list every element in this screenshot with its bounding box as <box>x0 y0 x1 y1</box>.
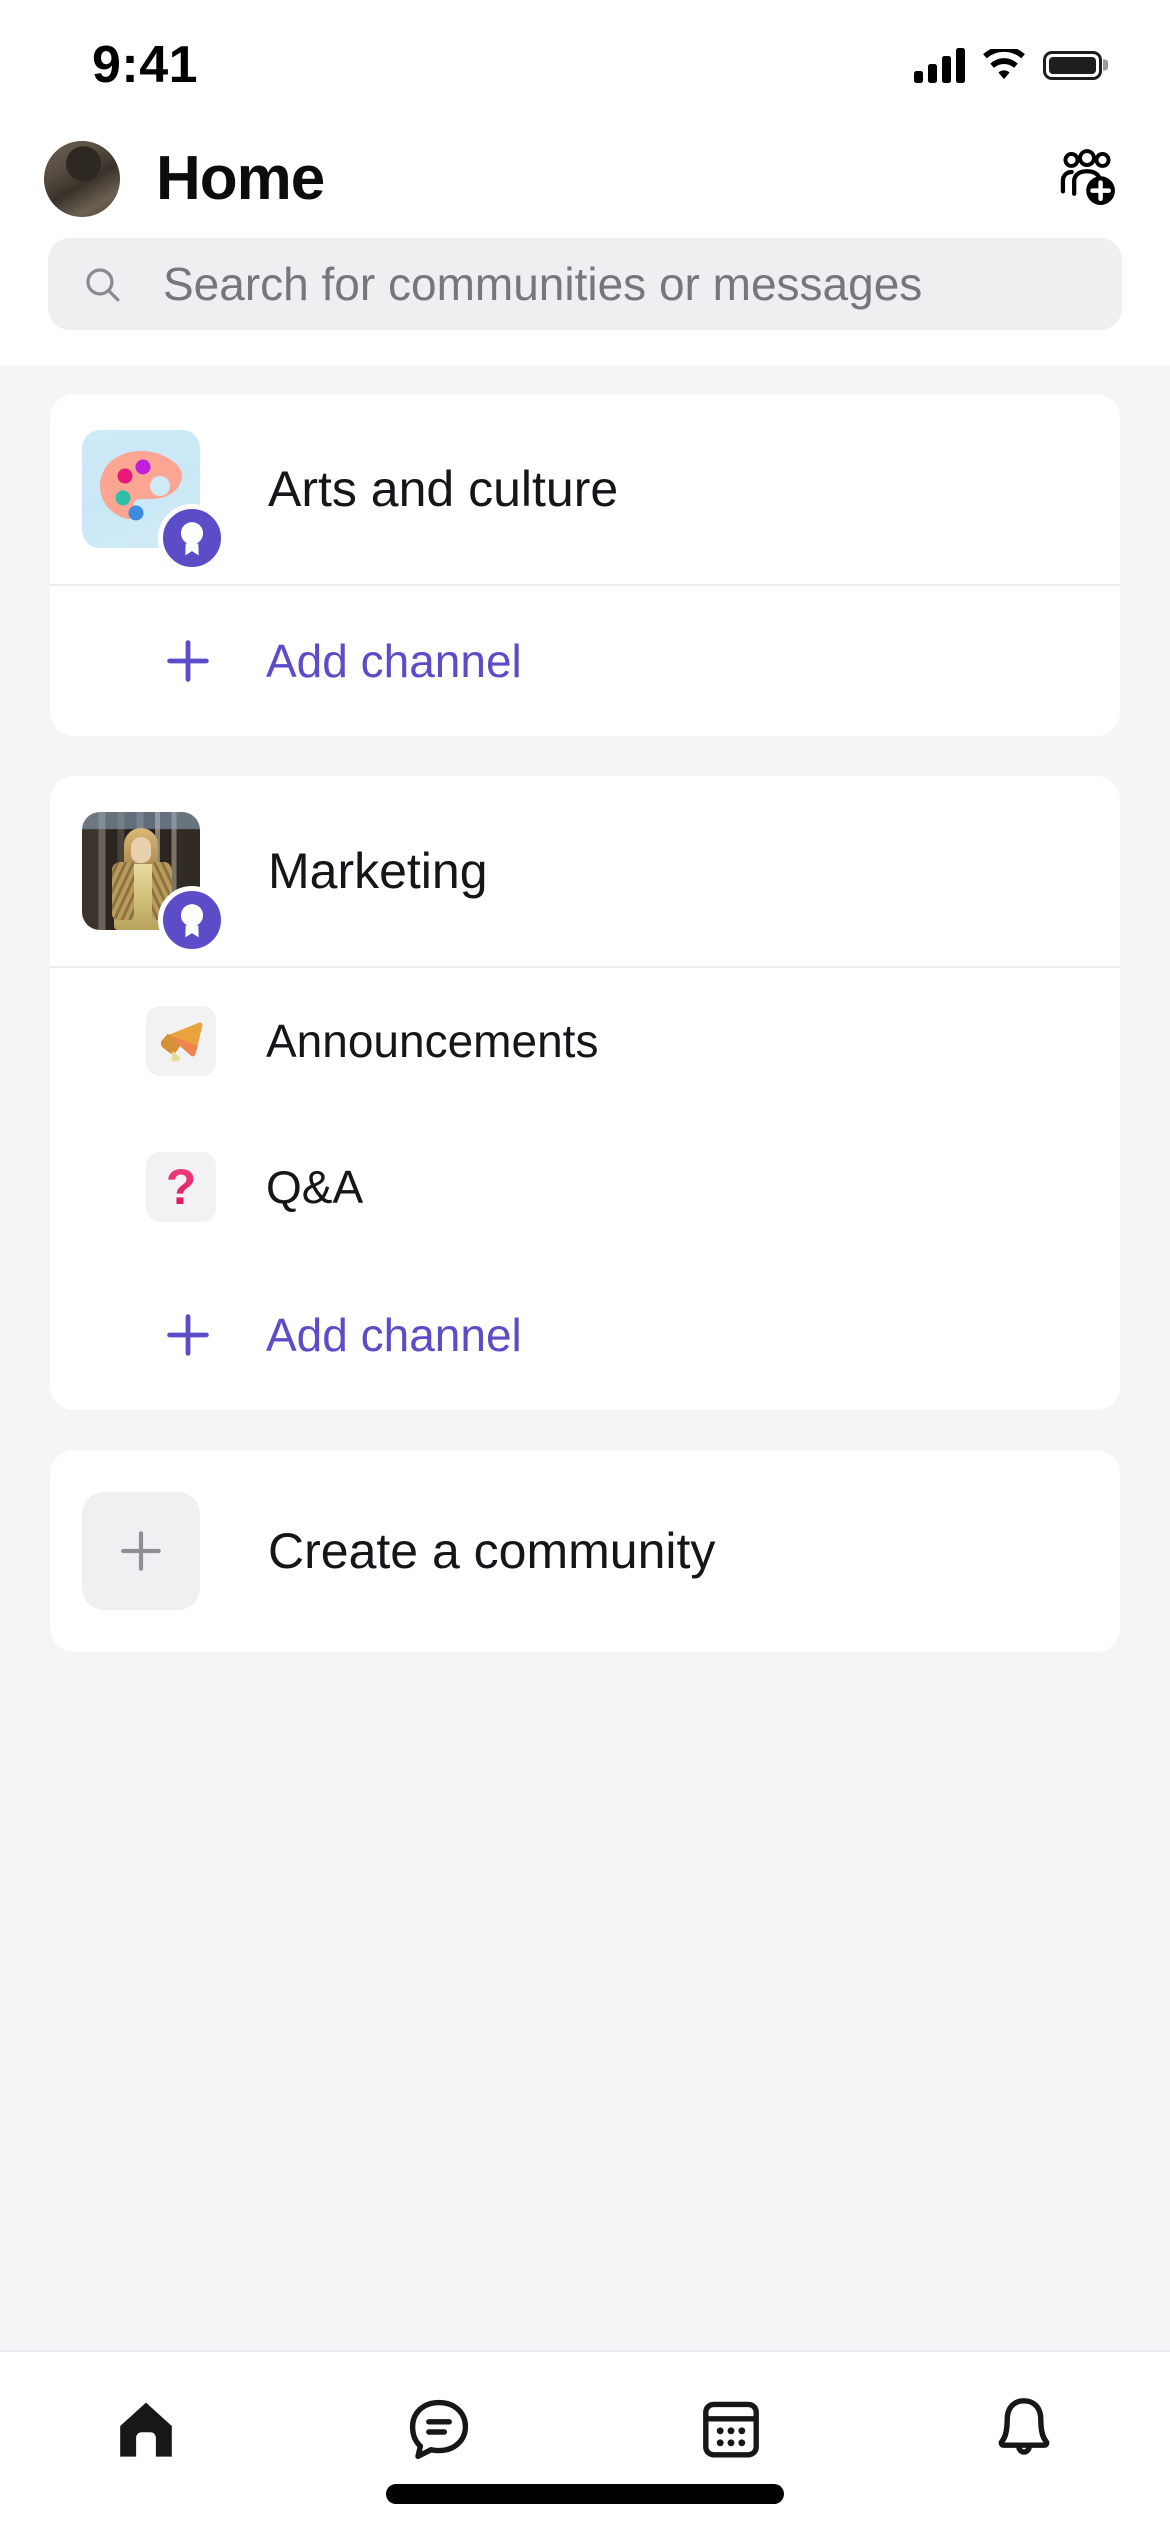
question-mark-icon: ? <box>146 1152 216 1222</box>
community-avatar-wrap <box>82 430 226 572</box>
award-badge-icon <box>158 504 226 572</box>
community-avatar-wrap <box>82 812 226 954</box>
status-indicators <box>914 47 1102 83</box>
photo-jacket-left <box>112 862 134 920</box>
community-name: Marketing <box>268 843 488 899</box>
tab-activity[interactable] <box>878 2386 1170 2472</box>
search-bar[interactable]: Search for communities or messages <box>48 238 1122 330</box>
search-input[interactable]: Search for communities or messages <box>163 261 922 307</box>
search-container: Search for communities or messages <box>0 238 1170 366</box>
create-community-label: Create a community <box>268 1523 716 1579</box>
add-channel-arts[interactable]: Add channel <box>50 586 1120 736</box>
home-icon <box>120 2402 173 2457</box>
community-header-arts[interactable]: Arts and culture <box>50 394 1120 584</box>
award-badge-icon <box>158 886 226 954</box>
add-people-icon[interactable] <box>1054 149 1120 209</box>
photo-face <box>131 837 151 863</box>
battery-full-icon <box>1043 50 1102 80</box>
chat-bubble-icon <box>409 2399 468 2459</box>
create-community-tile <box>82 1492 200 1610</box>
channel-announcements[interactable]: Announcements <box>50 968 1120 1114</box>
create-community-row[interactable]: Create a community <box>50 1450 1120 1652</box>
add-channel-label: Add channel <box>266 635 522 687</box>
status-bar: 9:41 <box>0 0 1170 120</box>
create-community-card[interactable]: Create a community <box>50 1450 1120 1652</box>
community-card: Arts and culture Add channel <box>50 394 1120 736</box>
community-header-marketing[interactable]: Marketing <box>50 776 1120 966</box>
add-channel-label: Add channel <box>266 1309 522 1361</box>
plus-icon <box>167 640 209 682</box>
search-icon <box>86 267 120 301</box>
channel-name: Q&A <box>266 1161 364 1213</box>
channel-qa[interactable]: ? Q&A <box>50 1114 1120 1260</box>
community-list: Arts and culture Add channel Marketing A… <box>0 366 1170 2350</box>
tab-chat[interactable] <box>293 2386 586 2472</box>
add-channel-marketing[interactable]: Add channel <box>50 1260 1120 1410</box>
avatar[interactable] <box>44 141 120 217</box>
calendar-icon <box>703 2401 760 2458</box>
home-indicator <box>386 2484 784 2504</box>
tab-home[interactable] <box>0 2386 293 2472</box>
bell-icon <box>998 2398 1050 2455</box>
wifi-icon <box>983 48 1025 79</box>
award-ribbon-icon <box>180 904 204 938</box>
community-name: Arts and culture <box>268 461 619 517</box>
plus-icon <box>167 1314 209 1356</box>
megaphone-glyph <box>160 1022 203 1062</box>
channel-name: Announcements <box>266 1015 599 1067</box>
cellular-bars-icon <box>914 47 965 83</box>
page-title: Home <box>156 144 325 213</box>
plus-icon <box>121 1531 161 1571</box>
status-time: 9:41 <box>92 36 199 94</box>
community-card: Marketing Announcements ? Q&A Add channe… <box>50 776 1120 1410</box>
tab-calendar[interactable] <box>585 2386 878 2472</box>
question-mark-glyph: ? <box>165 1159 197 1215</box>
nav-header: Home <box>0 120 1170 238</box>
megaphone-icon <box>146 1006 216 1076</box>
tab-bar <box>0 2350 1170 2532</box>
app-screen: 9:41 Home Search for communities or mess… <box>0 0 1170 2532</box>
award-ribbon-icon <box>180 522 204 556</box>
